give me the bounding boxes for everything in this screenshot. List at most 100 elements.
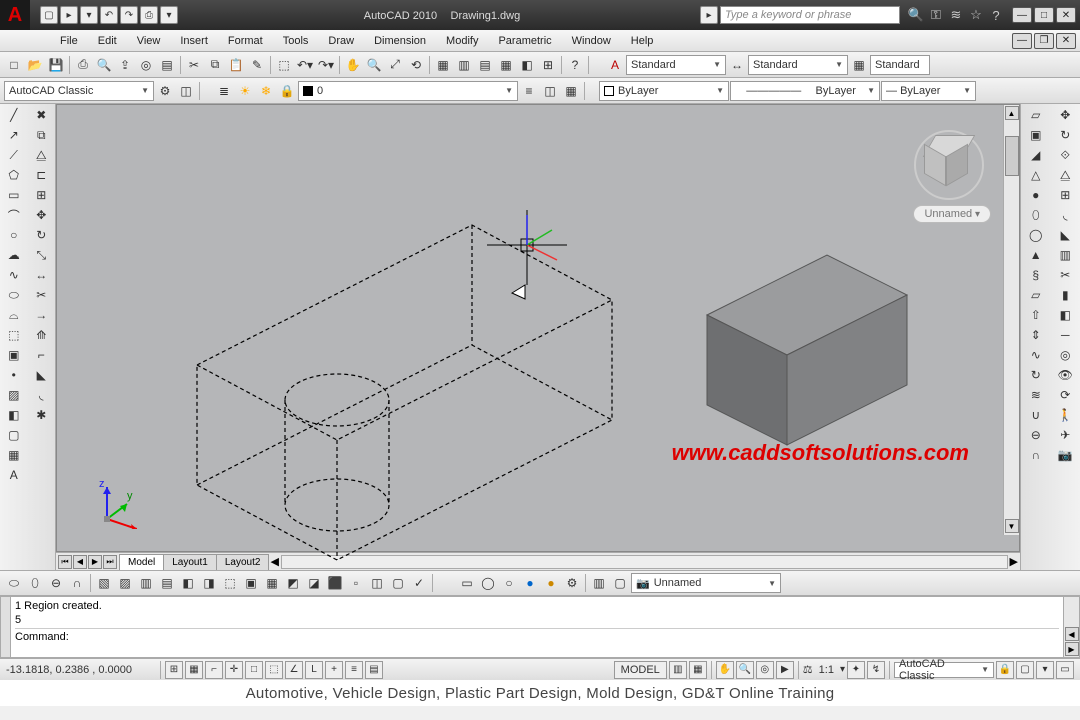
break-icon[interactable]: ⟰ bbox=[30, 326, 52, 344]
table-icon[interactable]: ▦ bbox=[3, 446, 25, 464]
otrack-toggle[interactable]: ∠ bbox=[285, 661, 303, 679]
block-icon[interactable]: ⬚ bbox=[274, 55, 294, 75]
print-icon[interactable]: ⎙ bbox=[140, 6, 158, 24]
lineweight-combo[interactable]: — ByLayer▼ bbox=[881, 81, 976, 101]
snap-toggle[interactable]: ⊞ bbox=[165, 661, 183, 679]
osnap-toggle[interactable]: □ bbox=[245, 661, 263, 679]
annoauto-icon[interactable]: ↯ bbox=[867, 661, 885, 679]
dimstyle-icon[interactable]: ↔ bbox=[727, 55, 747, 75]
zoom2-icon[interactable]: 🔍 bbox=[736, 661, 754, 679]
mirror-icon[interactable]: ⧋ bbox=[30, 146, 52, 164]
vs-realistic-icon[interactable]: ● bbox=[520, 573, 540, 593]
ws-save-icon[interactable]: ◫ bbox=[176, 81, 196, 101]
star-icon[interactable]: ☆ bbox=[968, 7, 984, 23]
annovis-icon[interactable]: ✦ bbox=[847, 661, 865, 679]
polar-toggle[interactable]: ✛ bbox=[225, 661, 243, 679]
block-icon[interactable]: ▣ bbox=[3, 346, 25, 364]
match-icon[interactable]: ✎ bbox=[247, 55, 267, 75]
lock-ui-icon[interactable]: 🔒 bbox=[996, 661, 1014, 679]
menu-edit[interactable]: Edit bbox=[88, 32, 127, 50]
se-10[interactable]: ◨ bbox=[199, 573, 219, 593]
undo-icon[interactable]: ↶ bbox=[100, 6, 118, 24]
xline-icon[interactable]: ↗ bbox=[3, 126, 25, 144]
se-7[interactable]: ▥ bbox=[136, 573, 156, 593]
markup-icon[interactable]: ◧ bbox=[517, 55, 537, 75]
tablestyle-combo[interactable]: Standard bbox=[870, 55, 930, 75]
menu-file[interactable]: File bbox=[50, 32, 88, 50]
mdi-restore[interactable]: ❐ bbox=[1034, 33, 1054, 49]
mdi-minimize[interactable]: — bbox=[1012, 33, 1032, 49]
search-arrow-icon[interactable]: ▸ bbox=[700, 6, 718, 24]
polygon-icon[interactable]: ⬠ bbox=[3, 166, 25, 184]
layer-freeze-icon[interactable]: ❄ bbox=[256, 81, 276, 101]
copy-icon[interactable]: ⧉ bbox=[205, 55, 225, 75]
layer-prev-icon[interactable]: ≡ bbox=[519, 81, 539, 101]
se-1[interactable]: ⬭ bbox=[4, 573, 24, 593]
close-button[interactable]: ✕ bbox=[1056, 7, 1076, 23]
app-menu-button[interactable]: A bbox=[0, 0, 30, 30]
layer-props-icon[interactable]: ≣ bbox=[214, 81, 234, 101]
viewcube[interactable] bbox=[909, 125, 989, 215]
toolpal-icon[interactable]: ▤ bbox=[475, 55, 495, 75]
hatch-icon[interactable]: ▨ bbox=[3, 386, 25, 404]
hardware-icon[interactable]: ▢ bbox=[1016, 661, 1034, 679]
thicken-icon[interactable]: ▮ bbox=[1054, 286, 1076, 304]
pan-icon[interactable]: ✋ bbox=[343, 55, 363, 75]
se-2[interactable]: ⬯ bbox=[25, 573, 45, 593]
trim-icon[interactable]: ✂ bbox=[30, 286, 52, 304]
layer-combo[interactable]: 0▼ bbox=[298, 81, 518, 101]
binoculars-icon[interactable]: 🔍 bbox=[908, 7, 924, 23]
spline-icon[interactable]: ∿ bbox=[3, 266, 25, 284]
line-icon[interactable]: ╱ bbox=[3, 106, 25, 124]
textstyle-icon[interactable]: A bbox=[605, 55, 625, 75]
menu-view[interactable]: View bbox=[127, 32, 171, 50]
box-icon[interactable]: ▣ bbox=[1025, 126, 1047, 144]
tablestyle-icon[interactable]: ▦ bbox=[849, 55, 869, 75]
zoom-win-icon[interactable]: ⤢ bbox=[385, 55, 405, 75]
undo-icon[interactable]: ↶▾ bbox=[295, 55, 315, 75]
se-13[interactable]: ▦ bbox=[262, 573, 282, 593]
open-icon[interactable]: ▸ bbox=[60, 6, 78, 24]
3ddwf-icon[interactable]: ◎ bbox=[136, 55, 156, 75]
wedge-icon[interactable]: ◢ bbox=[1025, 146, 1047, 164]
save-icon[interactable]: ▾ bbox=[80, 6, 98, 24]
chamfer-icon[interactable]: ◣ bbox=[30, 366, 52, 384]
move-icon[interactable]: ✥ bbox=[30, 206, 52, 224]
se-12[interactable]: ▣ bbox=[241, 573, 261, 593]
menu-insert[interactable]: Insert bbox=[170, 32, 218, 50]
polysolid-icon[interactable]: ▱ bbox=[1025, 106, 1047, 124]
copy-icon[interactable]: ⧉ bbox=[30, 126, 52, 144]
se-11[interactable]: ⬚ bbox=[220, 573, 240, 593]
se-3[interactable]: ⊖ bbox=[46, 573, 66, 593]
planar-icon[interactable]: ▱ bbox=[1025, 286, 1047, 304]
ducs-toggle[interactable]: L bbox=[305, 661, 323, 679]
cut-icon[interactable]: ✂ bbox=[184, 55, 204, 75]
publish-icon[interactable]: ⇪ bbox=[115, 55, 135, 75]
join-icon[interactable]: ⌐ bbox=[30, 346, 52, 364]
cleanscreen-icon[interactable]: ▭ bbox=[1056, 661, 1074, 679]
offset-icon[interactable]: ⊏ bbox=[30, 166, 52, 184]
helix-icon[interactable]: § bbox=[1025, 266, 1047, 284]
camera-icon[interactable]: 📷 bbox=[1054, 446, 1076, 464]
menu-dimension[interactable]: Dimension bbox=[364, 32, 436, 50]
region-icon[interactable]: ▢ bbox=[3, 426, 25, 444]
dyn-toggle[interactable]: + bbox=[325, 661, 343, 679]
zoom-prev-icon[interactable]: ⟲ bbox=[406, 55, 426, 75]
redo-icon[interactable]: ↷▾ bbox=[316, 55, 336, 75]
layer-lock-icon[interactable]: 🔒 bbox=[277, 81, 297, 101]
se-6[interactable]: ▨ bbox=[115, 573, 135, 593]
new-icon[interactable]: ▢ bbox=[40, 6, 58, 24]
vs-manage-icon[interactable]: ⚙ bbox=[562, 573, 582, 593]
menu-format[interactable]: Format bbox=[218, 32, 273, 50]
preview-icon[interactable]: 🔍 bbox=[94, 55, 114, 75]
3drotate-icon[interactable]: ↻ bbox=[1054, 126, 1076, 144]
array-icon[interactable]: ⊞ bbox=[30, 186, 52, 204]
vertical-scrollbar[interactable]: ▲ ▼ bbox=[1003, 105, 1019, 535]
menu-window[interactable]: Window bbox=[562, 32, 621, 50]
se-18[interactable]: ◫ bbox=[367, 573, 387, 593]
se-9[interactable]: ◧ bbox=[178, 573, 198, 593]
swivel-icon[interactable]: ⟳ bbox=[1054, 386, 1076, 404]
cmd-prompt[interactable]: Command: bbox=[15, 628, 1059, 644]
torus-icon[interactable]: ◯ bbox=[1025, 226, 1047, 244]
workspace-combo[interactable]: AutoCAD Classic▼ bbox=[4, 81, 154, 101]
